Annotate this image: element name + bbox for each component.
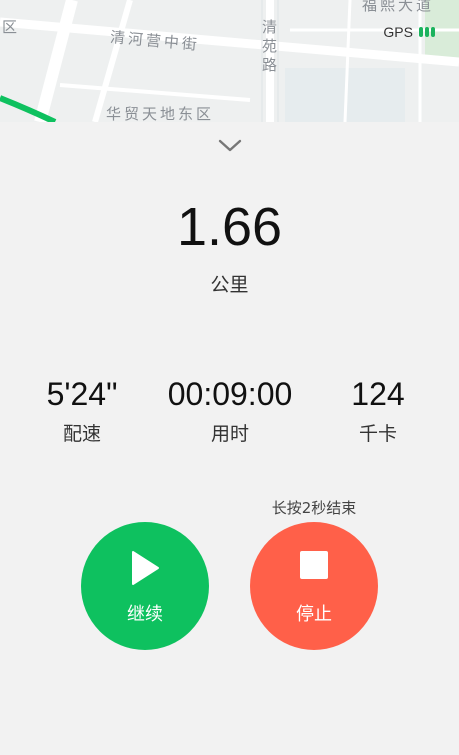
play-icon	[132, 551, 159, 585]
gps-label: GPS	[383, 24, 413, 40]
stop-square-icon	[300, 551, 328, 579]
duration-value: 00:09:00	[167, 376, 293, 412]
pace-label: 配速	[62, 423, 101, 445]
stop-hint: 长按2秒结束	[271, 499, 357, 517]
stop-button[interactable]: 停止	[250, 522, 378, 650]
map-label-district: 华贸天地东区	[106, 105, 215, 122]
resume-label: 继续	[127, 604, 163, 625]
stat-calories: 124 千卡	[308, 376, 448, 446]
distance-value: 1.66	[176, 197, 283, 257]
map-label-road: 清苑路	[262, 18, 278, 74]
duration-label: 用时	[210, 423, 249, 445]
map-label-edge: 区	[2, 18, 21, 36]
stat-duration: 00:09:00 用时	[160, 376, 300, 446]
map-label-avenue: 福熙大道	[362, 0, 435, 14]
chevron-down-icon[interactable]	[218, 138, 242, 154]
gps-signal-icon	[419, 27, 435, 37]
distance-unit: 公里	[210, 274, 249, 296]
stop-label: 停止	[296, 604, 332, 625]
resume-button[interactable]: 继续	[81, 522, 209, 650]
calories-label: 千卡	[358, 423, 397, 445]
pace-value: 5'24"	[46, 376, 118, 412]
gps-indicator: GPS	[383, 24, 435, 40]
stat-pace: 5'24" 配速	[12, 376, 152, 446]
calories-value: 124	[351, 376, 405, 412]
map-view[interactable]: 区 清河营中街 清苑路 华贸天地东区 福熙大道 GPS	[0, 0, 459, 122]
map-roads	[0, 0, 459, 122]
